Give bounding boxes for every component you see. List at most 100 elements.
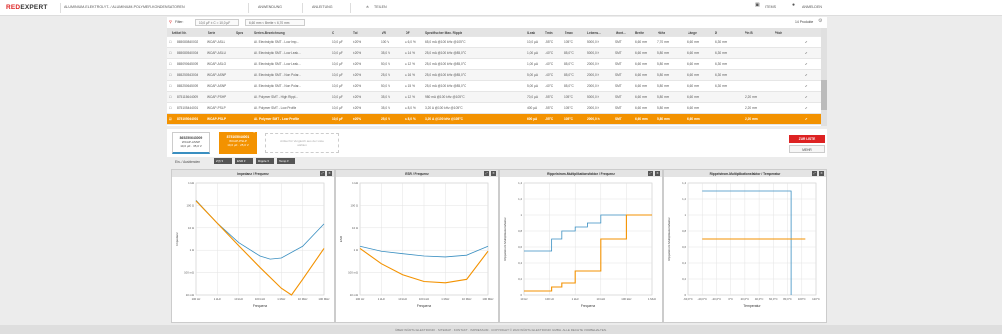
column-header[interactable]: Mont... <box>616 31 626 35</box>
table-row[interactable]: ☐ 875105444001 WCAP-PSLP Al. Polymer SMT - … <box>167 103 821 114</box>
table-scrollbar-thumb[interactable] <box>821 80 827 110</box>
column-header[interactable]: Länge <box>688 31 697 35</box>
login-link[interactable]: ANMELDEN <box>802 5 822 9</box>
compare-card[interactable]: 875105044001 WCAP-PSLP 10,0 µF · 25,0 V <box>219 132 257 154</box>
column-header[interactable]: Ø <box>715 31 717 35</box>
expand-icon[interactable]: ⤢ <box>812 171 817 176</box>
table-cell: ±20% <box>353 117 362 121</box>
chart-svg: 10 Hz 100 Hz 1 kHz 10 kHz 100 kHz 1 MHz 1,4 1,2… <box>503 181 657 308</box>
table-cell: 105°C <box>564 117 573 121</box>
row-checkbox[interactable]: ☑ <box>169 117 172 121</box>
table-row[interactable]: ☐ 865080840002 WCAP-ASLL Al. Electrolytic S… <box>167 37 821 48</box>
table-cell: ≤ 6,0 % <box>405 40 416 44</box>
table-row[interactable]: ☐ 865250645009 WCAP-ASNP Al. Electrolytic S… <box>167 81 821 92</box>
row-checkbox[interactable]: ☐ <box>169 62 172 66</box>
row-checkbox[interactable]: ☐ <box>169 73 172 77</box>
column-header[interactable]: Tol <box>353 31 358 35</box>
chart-select[interactable]: Temp ▾ <box>277 158 295 164</box>
column-header[interactable]: Spez <box>236 31 243 35</box>
table-cell: SMT <box>615 73 622 77</box>
x-tick-label: 80,0°C <box>783 297 792 301</box>
column-header[interactable]: Spezifischer Max. Ripple <box>425 31 462 35</box>
nav-divider <box>248 3 249 13</box>
close-icon[interactable]: ✕ <box>491 171 496 176</box>
nav-divider <box>350 3 351 13</box>
close-icon[interactable]: ✕ <box>327 171 332 176</box>
column-header[interactable]: DF <box>406 31 410 35</box>
cart-icon[interactable]: ▣ <box>755 2 760 8</box>
remove-card-icon[interactable]: ✕ <box>253 130 256 134</box>
x-axis-label: Frequenz <box>417 304 432 308</box>
table-cell: 2000,0 h <box>587 117 600 121</box>
filter-icon[interactable]: ⚲ <box>169 19 172 24</box>
column-header[interactable]: Serie <box>208 31 216 35</box>
column-header[interactable]: Pitch <box>775 31 783 35</box>
row-checkbox[interactable]: ☐ <box>169 40 172 44</box>
compare-card[interactable]: 865250643009 WCAP-ASNP 10,0 µF · 35,0 V <box>172 132 210 154</box>
items-link[interactable]: ITEMS <box>765 5 776 9</box>
column-header[interactable]: Tmax <box>565 31 573 35</box>
expand-icon[interactable]: ⤢ <box>648 171 653 176</box>
x-tick-label: -60,0°C <box>683 297 693 301</box>
table-cell: WCAP-PSLP <box>207 106 226 110</box>
table-row[interactable]: ☐ 865090645009 WCAP-ASLO Al. Electrolytic S… <box>167 59 821 70</box>
row-checkbox[interactable]: ☐ <box>169 84 172 88</box>
row-checkbox[interactable]: ☐ <box>169 95 172 99</box>
table-cell: 5,80 mm <box>657 62 670 66</box>
column-header[interactable]: Lebens... <box>587 31 601 35</box>
column-header[interactable]: Serien-Bezeichnung <box>254 31 285 35</box>
x-tick-label: -40,0°C <box>697 297 707 301</box>
table-scrollbar[interactable] <box>821 28 827 126</box>
close-icon[interactable]: ✕ <box>655 171 660 176</box>
column-header[interactable]: Breite <box>635 31 644 35</box>
table-row[interactable]: ☐ 875115644009 WCAP-PSHP Al. Polymer SMT - … <box>167 92 821 103</box>
logo[interactable]: REDEXPERT <box>6 4 48 11</box>
filter-chip[interactable]: 6,60 mm < Breite < 6,70 mm <box>245 19 305 26</box>
nav-application[interactable]: ANWENDUNG <box>258 5 282 9</box>
table-cell: SMT <box>615 84 622 88</box>
column-header[interactable]: C <box>332 31 334 35</box>
chart-select[interactable]: Ripple ▾ <box>256 158 274 164</box>
compare-placeholder[interactable]: Artikel für Vergleich aus der Liste wähl… <box>265 133 339 153</box>
user-icon[interactable]: ● <box>792 2 795 8</box>
table-cell: -55°C <box>545 106 554 110</box>
table-row[interactable]: ☐ 865250543004 WCAP-ASNP Al. Electrolytic S… <box>167 70 821 81</box>
column-header[interactable]: Pin B <box>745 31 753 35</box>
filter-chip[interactable]: 10,0 µF ± C = 10,0 µF <box>195 19 239 26</box>
expand-icon[interactable]: ⤢ <box>320 171 325 176</box>
close-icon[interactable]: ✕ <box>819 171 824 176</box>
x-tick-label: 60,0°C <box>769 297 778 301</box>
to-list-button[interactable]: ZUR LISTE <box>789 135 825 143</box>
table-row[interactable]: ☐ 865080540004 WCAP-ASLU Al. Electrolytic S… <box>167 48 821 59</box>
y-tick-label: 100 mΩ <box>348 271 358 275</box>
nav-share[interactable]: TEILEN <box>374 5 387 9</box>
column-header[interactable]: Höhe <box>658 31 666 35</box>
table-cell: Al. Electrolytic SMT - Low Leak... <box>254 62 301 66</box>
column-header[interactable]: VR <box>382 31 386 35</box>
table-cell: 5000,0 h <box>587 40 600 44</box>
table-cell: 6,60 mm <box>687 106 700 110</box>
table-cell: WCAP-PSHP <box>207 95 227 99</box>
x-tick-label: 100 kHz <box>419 297 430 301</box>
settings-icon[interactable]: ⚙ <box>818 18 822 24</box>
nav-product-family[interactable]: ALUMINIUM-ELEKTROLYT- / ALUMINIUM-POLYME… <box>64 5 185 9</box>
table-row[interactable]: ☑ 875105044001 WCAP-PSLP Al. Polymer SMT - … <box>167 114 821 125</box>
more-button[interactable]: MEHR <box>789 145 825 153</box>
x-tick-label: 1 MHz <box>648 297 657 301</box>
chart-select[interactable]: Z(f) ▾ <box>214 158 232 164</box>
nav-divider <box>302 3 303 13</box>
table-cell: 5000,0 h <box>587 95 600 99</box>
share-icon[interactable]: ⋔ <box>366 5 369 9</box>
column-header[interactable]: ILeak <box>527 31 535 35</box>
nav-guide[interactable]: ANLEITUNG <box>312 5 333 9</box>
column-header[interactable]: Tmin <box>545 31 553 35</box>
column-header[interactable]: Artikel Nr. <box>172 31 187 35</box>
y-axis-label: Rippelstrom Multiplikationsfaktor <box>503 217 507 260</box>
table-cell: WCAP-ASNP <box>207 84 227 88</box>
table-cell: 50,0 V <box>381 84 391 88</box>
nav-divider <box>60 3 61 13</box>
row-checkbox[interactable]: ☐ <box>169 51 172 55</box>
row-checkbox[interactable]: ☐ <box>169 106 172 110</box>
chart-select[interactable]: ESR ▾ <box>235 158 253 164</box>
expand-icon[interactable]: ⤢ <box>484 171 489 176</box>
